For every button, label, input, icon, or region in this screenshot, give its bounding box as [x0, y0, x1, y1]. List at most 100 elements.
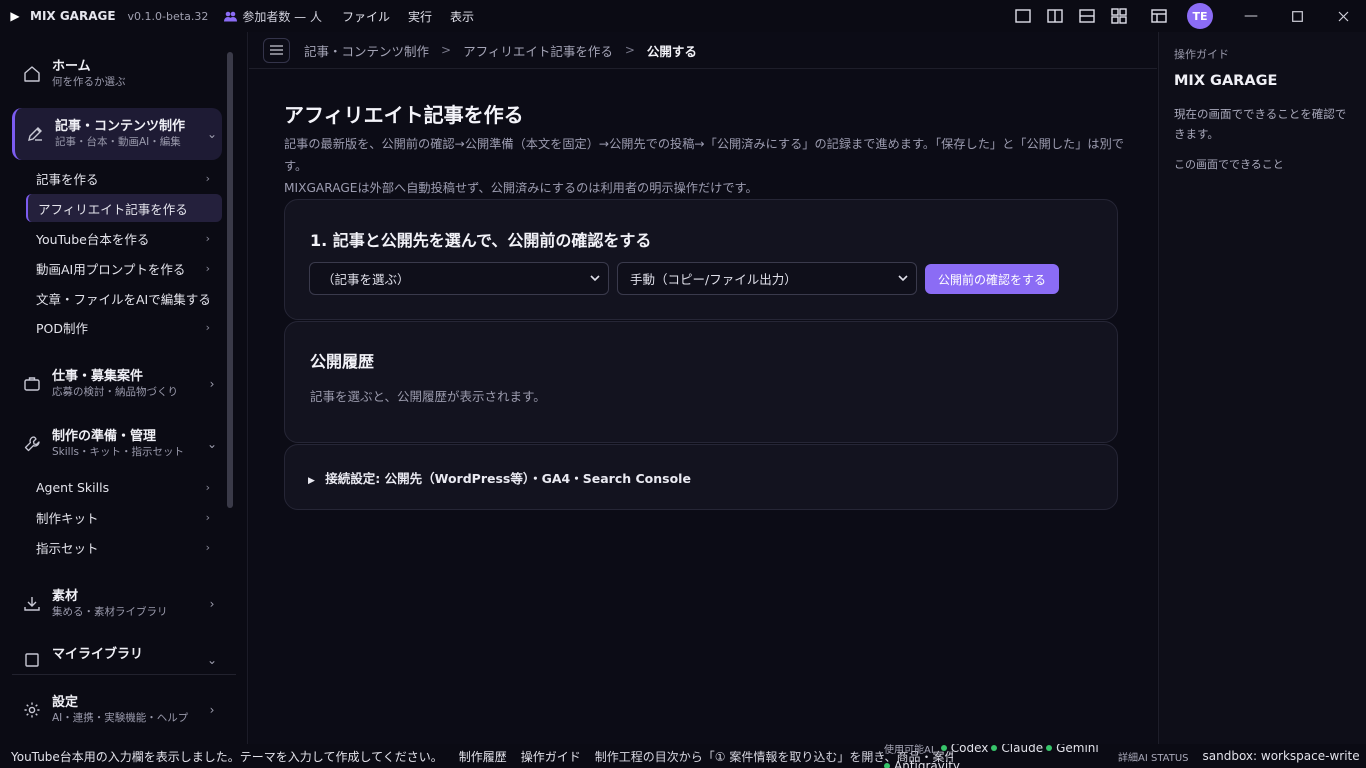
layout-columns-icon[interactable] [1039, 0, 1071, 32]
square-icon [12, 652, 52, 668]
history-title: 公開履歴 [310, 352, 375, 371]
layout-rows-icon[interactable] [1071, 0, 1103, 32]
breadcrumb-item-content[interactable]: 記事・コンテンツ制作 [304, 41, 429, 60]
ai-agent-gemini: Gemini [1056, 744, 1099, 755]
description-line-1: 記事の最新版を、公開前の確認→公開準備（本文を固定）→公開先での投稿→「公開済み… [284, 137, 1124, 173]
download-icon [12, 595, 52, 613]
chevron-down-icon: ⌄ [206, 127, 218, 141]
guide-panel-label: 操作ガイド [1174, 48, 1229, 61]
nav-jobs-title: 仕事・募集案件 [52, 369, 144, 384]
sidebar: ホーム 何を作るか選ぶ 記事・コンテンツ制作 記事・台本・動画AI・編集 ⌄ 記事を… [0, 32, 248, 744]
guide-panel: 操作ガイド MIX GARAGE 現在の画面でできることを確認できます。 この画… [1158, 32, 1366, 744]
participants-label: 参加者数 — 人 [242, 9, 322, 24]
sidebar-item-agent-skills[interactable]: Agent Skills › [26, 473, 222, 501]
pre-publish-check-button[interactable]: 公開前の確認をする [925, 264, 1060, 294]
status-message: YouTube台本用の入力欄を表示しました。テーマを入力して作成してください。 [11, 749, 443, 764]
ai-status-link[interactable]: 詳細AI STATUS [1118, 749, 1189, 764]
nav-prep-title: 制作の準備・管理 [52, 429, 157, 444]
panel-toggle-icon[interactable] [1143, 0, 1175, 32]
sidebar-scrollbar[interactable] [227, 52, 233, 508]
chevron-right-icon: › [209, 703, 215, 717]
nav-content-production[interactable]: 記事・コンテンツ制作 記事・台本・動画AI・編集 ⌄ [12, 108, 222, 160]
nav-materials-title: 素材 [52, 589, 79, 604]
chevron-right-icon: › [205, 171, 210, 185]
people-icon [224, 11, 238, 21]
nav-prep-management[interactable]: 制作の準備・管理 Skills・キット・指示セット ⌄ [12, 418, 222, 470]
home-icon [12, 65, 52, 83]
step1-card: 1. 記事と公開先を選んで、公開前の確認をする （記事を選ぶ） 手動（コピー/フ… [284, 199, 1118, 320]
minimize-icon[interactable]: — [1228, 0, 1274, 32]
guide-panel-title: MIX GARAGE [1174, 73, 1278, 89]
play-icon[interactable]: ▶ [0, 9, 30, 23]
breadcrumb-separator: > [624, 43, 635, 57]
nav-jobs[interactable]: 仕事・募集案件応募の検討・納品物づくり › [12, 358, 222, 410]
sidebar-item-pod[interactable]: POD制作 › [26, 313, 222, 341]
chevron-right-icon: › [205, 261, 210, 275]
nav-my-library[interactable]: マイライブラリ ⌄ [12, 638, 222, 682]
layout-grid-icon[interactable] [1103, 0, 1135, 32]
sidebar-item-label: YouTube台本を作る [36, 231, 150, 247]
nav-home-subtitle: 何を作るか選ぶ [52, 76, 126, 88]
description-line-2: MIXGARAGEは外部へ自動投稿せず、公開済みにするのは利用者の明示操作だけで… [284, 181, 758, 195]
nav-home[interactable]: ホーム 何を作るか選ぶ [12, 48, 222, 100]
nav-materials[interactable]: 素材集める・素材ライブラリ › [12, 578, 222, 630]
ai-agent-claude: Claude [1001, 744, 1044, 755]
briefcase-icon [12, 375, 52, 393]
chevron-right-icon: › [209, 377, 215, 391]
gear-icon [12, 701, 52, 719]
menu-run[interactable]: 実行 [408, 8, 432, 25]
avatar[interactable]: TE [1187, 3, 1213, 29]
article-select-value: （記事を選ぶ） [322, 272, 410, 287]
nav-jobs-subtitle: 応募の検討・納品物づくり [52, 386, 178, 398]
sandbox-mode: sandbox: workspace-write [1202, 749, 1360, 763]
nav-library-title: マイライブラリ [52, 646, 144, 662]
sidebar-item-ai-edit[interactable]: 文章・ファイルをAIで編集する › [26, 284, 222, 312]
nav-content-subtitle: 記事・台本・動画AI・編集 [55, 136, 181, 148]
nav-materials-subtitle: 集める・素材ライブラリ [52, 606, 168, 618]
nav-content-title: 記事・コンテンツ制作 [55, 119, 186, 134]
chevron-right-icon: › [205, 480, 210, 494]
hamburger-icon[interactable] [263, 37, 290, 63]
sidebar-item-youtube-script[interactable]: YouTube台本を作る › [26, 224, 222, 252]
chevron-down-icon [898, 272, 908, 285]
sidebar-item-label: 記事を作る [36, 171, 99, 187]
app-name: MIX GARAGE [30, 9, 116, 23]
disclosure-triangle-icon: ▶ [308, 476, 315, 486]
article-select[interactable]: （記事を選ぶ） [309, 262, 609, 295]
breadcrumb-separator: > [441, 43, 452, 57]
status-link-guide[interactable]: 操作ガイド [521, 748, 581, 765]
publish-target-select[interactable]: 手動（コピー/ファイル出力） [617, 262, 917, 295]
breadcrumb: 記事・コンテンツ制作 > アフィリエイト記事を作る > 公開する [249, 32, 1157, 69]
chevron-right-icon: › [209, 597, 215, 611]
app-version: v0.1.0-beta.32 [127, 9, 209, 23]
close-icon[interactable] [1320, 0, 1366, 32]
status-dot-icon [940, 745, 947, 751]
sidebar-item-write-article[interactable]: 記事を作る › [26, 164, 222, 192]
breadcrumb-item-affiliate[interactable]: アフィリエイト記事を作る [463, 41, 613, 60]
sidebar-item-production-kit[interactable]: 制作キット › [26, 503, 222, 531]
status-link-history[interactable]: 制作履歴 [459, 748, 507, 765]
sidebar-item-label: 文章・ファイルをAIで編集する [36, 291, 211, 307]
guide-panel-text: 現在の画面でできることを確認できます。 [1174, 107, 1347, 141]
connection-settings-toggle[interactable]: ▶ 接続設定: 公開先（WordPress等）・GA4・Search Conso… [308, 468, 691, 487]
ai-agent-codex: Codex [950, 744, 989, 755]
menu-file[interactable]: ファイル [342, 8, 390, 25]
sidebar-item-video-ai-prompt[interactable]: 動画AI用プロンプトを作る › [26, 254, 222, 282]
history-card: 公開履歴 記事を選ぶと、公開履歴が表示されます。 [284, 321, 1118, 443]
participants-indicator: 参加者数 — 人 [224, 8, 322, 25]
chevron-down-icon: ⌄ [206, 437, 218, 451]
sidebar-item-label: POD制作 [36, 320, 89, 336]
layout-single-icon[interactable] [1007, 0, 1039, 32]
maximize-icon[interactable] [1274, 0, 1320, 32]
status-bar: YouTube台本用の入力欄を表示しました。テーマを入力して作成してください。 … [0, 744, 1366, 768]
connection-settings-card[interactable]: ▶ 接続設定: 公開先（WordPress等）・GA4・Search Conso… [284, 444, 1118, 510]
nav-settings-title: 設定 [52, 695, 79, 710]
menu-view[interactable]: 表示 [450, 8, 474, 25]
guide-panel-link[interactable]: この画面でできること [1174, 156, 1284, 172]
sidebar-item-affiliate-article[interactable]: アフィリエイト記事を作る [26, 194, 222, 222]
wrench-icon [12, 435, 52, 453]
chevron-down-icon: ⌄ [206, 653, 218, 667]
sidebar-item-label: 制作キット [36, 510, 99, 526]
sidebar-item-instruction-set[interactable]: 指示セット › [26, 533, 222, 561]
nav-settings[interactable]: 設定 AI・連携・実験機能・ヘルプ › [12, 684, 222, 736]
